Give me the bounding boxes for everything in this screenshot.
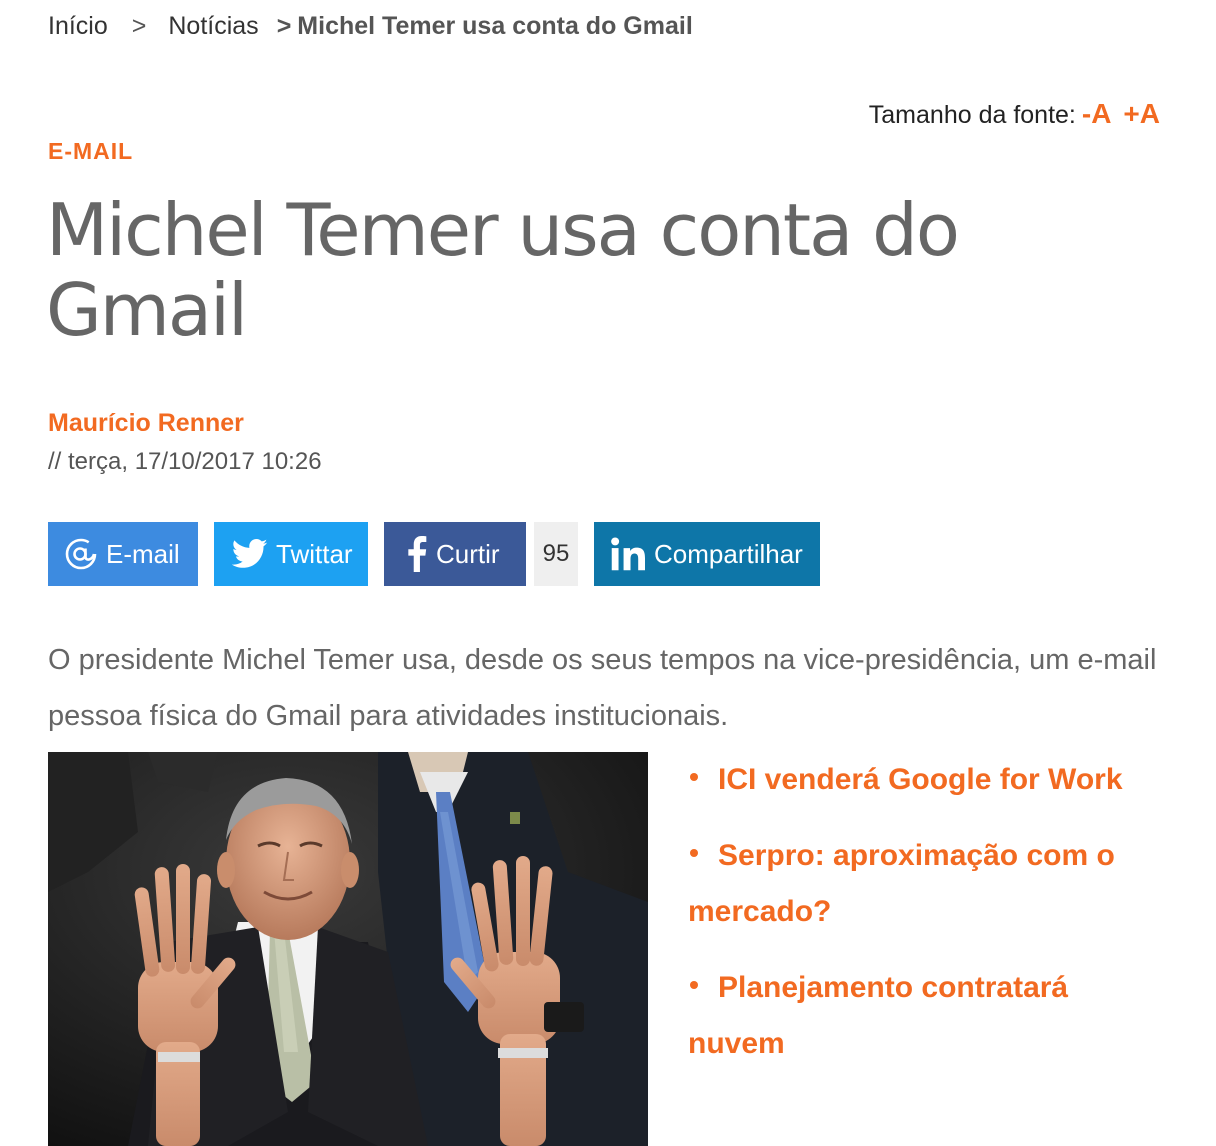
share-email-label: E-mail — [106, 538, 180, 569]
share-linkedin-button[interactable]: Compartilhar — [594, 522, 820, 586]
breadcrumb-separator: > — [276, 12, 292, 40]
related-link-label: Serpro: aproximação com o mercado? — [688, 839, 1115, 928]
share-facebook-button[interactable]: Curtir — [384, 522, 526, 586]
font-size-control: Tamanho da fonte: -A +A — [869, 98, 1160, 130]
breadcrumb-separator: > — [131, 12, 147, 40]
share-facebook-label: Curtir — [436, 538, 500, 569]
at-icon — [64, 537, 98, 571]
bullet-icon — [690, 981, 698, 990]
bullet-icon — [690, 773, 698, 782]
twitter-bird-icon — [232, 539, 268, 569]
article-author-link[interactable]: Maurício Renner — [48, 409, 244, 438]
breadcrumb: Início > Notícias > Michel Temer usa conta d… — [48, 12, 693, 41]
font-increase-button[interactable]: +A — [1123, 98, 1160, 129]
share-twitter-button[interactable]: Twittar — [214, 522, 368, 586]
related-link[interactable]: Planejamento contratará nuvem — [688, 960, 1168, 1072]
related-links: ICI venderá Google for Work Serpro: apro… — [688, 752, 1168, 1092]
article-date: // terça, 17/10/2017 10:26 — [48, 448, 322, 475]
share-twitter-label: Twittar — [276, 538, 353, 569]
related-link-label: Planejamento contratará nuvem — [688, 971, 1069, 1060]
breadcrumb-home-link[interactable]: Início — [48, 12, 108, 40]
share-email-button[interactable]: E-mail — [48, 522, 198, 586]
linkedin-in-icon — [610, 537, 646, 571]
related-link[interactable]: ICI venderá Google for Work — [688, 752, 1168, 808]
breadcrumb-current: Michel Temer usa conta do Gmail — [297, 12, 693, 40]
facebook-like-count: 95 — [534, 522, 578, 586]
font-decrease-button[interactable]: -A — [1082, 98, 1112, 129]
article-category-link[interactable]: E-MAIL — [48, 138, 133, 165]
related-link-label: ICI venderá Google for Work — [718, 763, 1123, 796]
share-linkedin-label: Compartilhar — [654, 538, 803, 569]
article-lead: O presidente Michel Temer usa, desde os … — [48, 644, 1157, 732]
font-size-label: Tamanho da fonte: — [868, 101, 1076, 129]
article-title: Michel Temer usa conta do Gmail — [46, 188, 960, 352]
breadcrumb-news-link[interactable]: Notícias — [168, 12, 258, 40]
bullet-icon — [690, 849, 698, 858]
article-photo — [48, 752, 648, 1146]
facebook-f-icon — [406, 536, 428, 572]
related-link[interactable]: Serpro: aproximação com o mercado? — [688, 828, 1168, 940]
